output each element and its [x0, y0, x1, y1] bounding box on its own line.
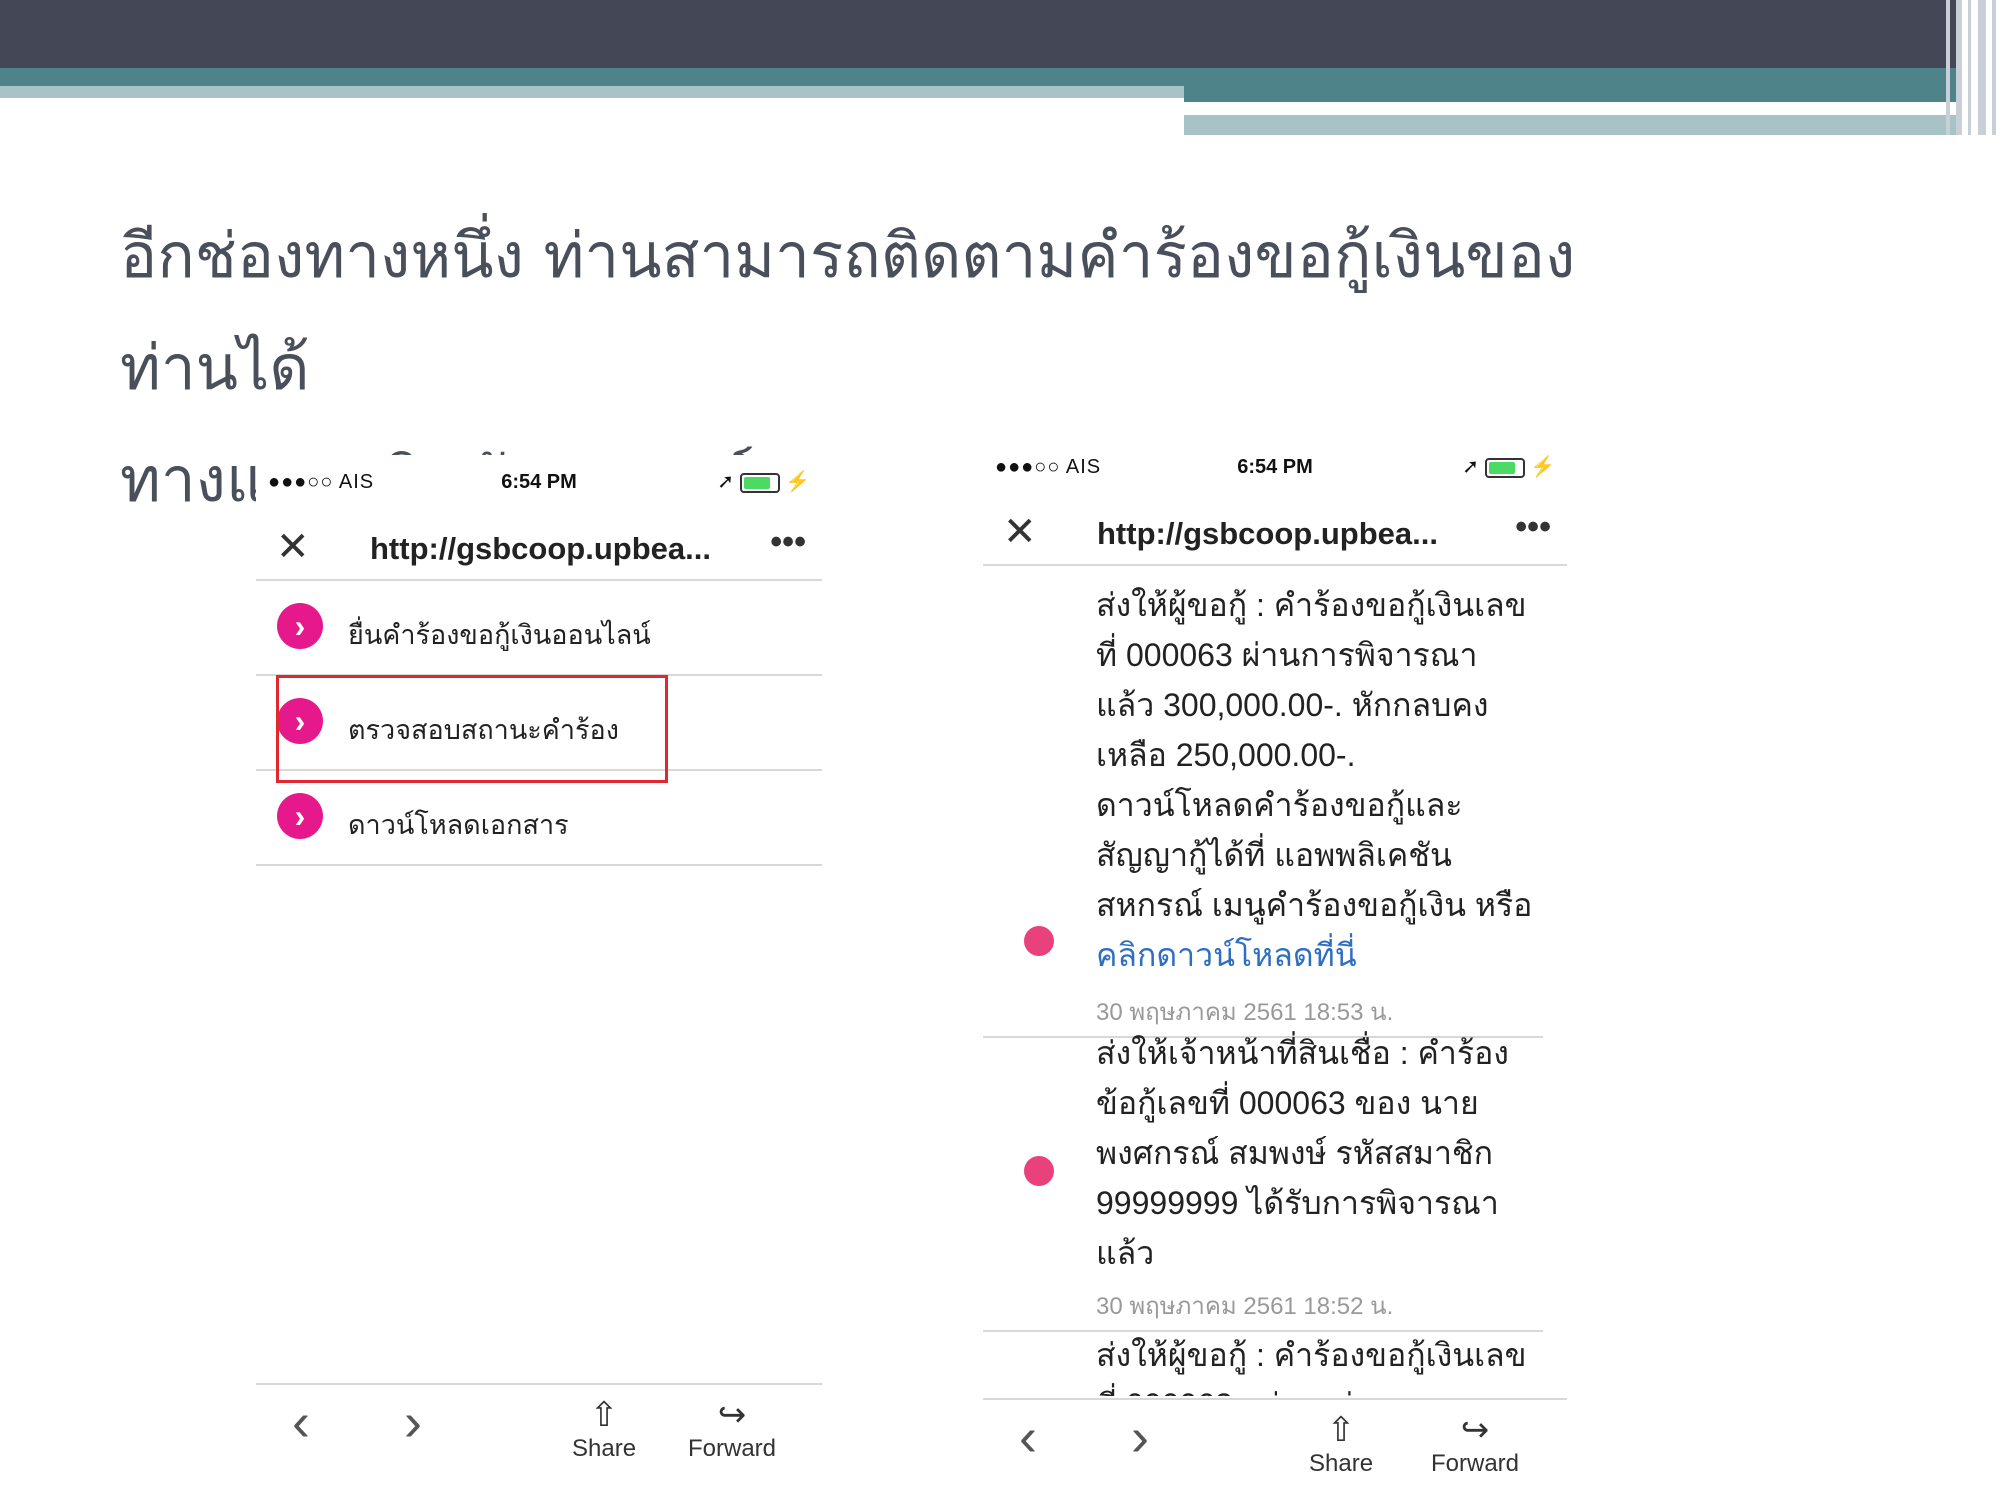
more-options-icon[interactable]: •••	[1515, 508, 1551, 547]
notification-line: แล้ว 300,000.00-. หักกลบคง	[1096, 687, 1489, 723]
notification-date: 30 พฤษภาคม 2561 18:52 น.	[1096, 1293, 1394, 1320]
header-band-teal-right	[1184, 68, 1960, 102]
edge-stripes	[1940, 0, 2000, 135]
location-icon: ➚	[717, 471, 734, 493]
highlight-annotation-box	[276, 675, 668, 783]
notification-line: 99999999 ได้รับการพิจารณา	[1096, 1185, 1499, 1221]
status-bar: ●●●○○ AIS 6:54 PM ➚ ⚡	[256, 455, 822, 511]
notification-line: เหลือ 250,000.00-.	[1096, 737, 1356, 773]
right-phone-screen: ●●●○○ AIS 6:54 PM ➚ ⚡ ✕ http://gsbcoop.u…	[983, 440, 1567, 1490]
notification-line: ดาวน์โหลดคำร้องขอกู้และ	[1096, 787, 1463, 823]
forward-label: Forward	[688, 1435, 777, 1462]
battery-icon	[739, 472, 780, 493]
browser-navbar: ✕ http://gsbcoop.upbea... •••	[983, 502, 1567, 566]
notification-line: ที่ 000063 ผ่านการพิจารณา	[1096, 637, 1478, 673]
status-bar: ●●●○○ AIS 6:54 PM ➚ ⚡	[983, 440, 1567, 496]
share-button[interactable]: ⇧ Share	[1309, 1410, 1373, 1478]
menu-item-label: ยื่นคำร้องขอกู้เงินออนไลน์	[348, 620, 651, 650]
menu-item-download-docs[interactable]: › ดาวน์โหลดเอกสาร	[256, 771, 822, 866]
close-icon[interactable]: ✕	[1003, 512, 1037, 552]
status-right: ➚ ⚡	[1462, 454, 1555, 479]
location-icon: ➚	[1462, 456, 1479, 478]
back-arrow-icon[interactable]: ‹	[1019, 1410, 1037, 1464]
status-dot	[1024, 1156, 1054, 1186]
forward-share-icon: ↪	[717, 1396, 747, 1434]
share-icon: ⇧	[1326, 1411, 1356, 1449]
header-band-white-line	[1184, 106, 1854, 112]
header-band-teal	[0, 68, 1184, 86]
share-icon: ⇧	[589, 1396, 619, 1434]
download-link[interactable]: คลิกดาวน์โหลดที่นี่	[1096, 930, 1546, 980]
bottom-toolbar: ‹ › ⇧ Share ↪ Forward	[983, 1398, 1567, 1490]
header-band-light-right	[1184, 115, 1960, 135]
status-dot	[1024, 926, 1054, 956]
notification-line: สัญญากู้ได้ที่ แอพพลิเคชัน	[1096, 837, 1452, 873]
share-label: Share	[572, 1435, 637, 1462]
notification-line: แล้ว	[1096, 1235, 1155, 1271]
notification-line: ส่งให้เจ้าหน้าที่สินเชื่อ : คำร้อง	[1096, 1035, 1509, 1071]
forward-button[interactable]: ↪ Forward	[1431, 1410, 1519, 1478]
notification-line: พงศกรณ์ สมพงษ์ รหัสสมาชิก	[1096, 1135, 1493, 1171]
browser-navbar: ✕ http://gsbcoop.upbea... •••	[256, 517, 822, 581]
slide-title-line1: อีกช่องทางหนึ่ง ท่านสามารถติดตามคำร้องขอ…	[120, 219, 1576, 404]
url-label: http://gsbcoop.upbea...	[370, 531, 711, 566]
chevron-right-icon: ›	[277, 793, 323, 839]
close-icon[interactable]: ✕	[276, 527, 310, 567]
forward-arrow-icon[interactable]: ›	[404, 1395, 422, 1449]
bottom-toolbar: ‹ › ⇧ Share ↪ Forward	[256, 1383, 822, 1475]
left-phone-screen: ●●●○○ AIS 6:54 PM ➚ ⚡ ✕ http://gsbcoop.u…	[256, 455, 822, 1485]
forward-share-icon: ↪	[1460, 1411, 1490, 1449]
share-label: Share	[1309, 1450, 1374, 1477]
menu-item-label: ดาวน์โหลดเอกสาร	[348, 810, 569, 840]
notification-text: ส่งให้ผู้ขอกู้ : คำร้องขอกู้เงินเลข ที่ …	[1096, 580, 1546, 980]
notification-text: ส่งให้เจ้าหน้าที่สินเชื่อ : คำร้อง ข้อกู…	[1096, 1028, 1546, 1278]
notification-line: ที่ 000063 อยู่ระหว่างการ	[1096, 1380, 1546, 1396]
forward-label: Forward	[1431, 1450, 1520, 1477]
more-options-icon[interactable]: •••	[770, 523, 806, 562]
notification-text: ส่งให้ผู้ขอกู้ : คำร้องขอกู้เงินเลข ที่ …	[1096, 1330, 1546, 1396]
battery-icon	[1484, 457, 1525, 478]
chevron-right-icon: ›	[277, 603, 323, 649]
forward-button[interactable]: ↪ Forward	[688, 1395, 776, 1463]
notification-line: ส่งให้ผู้ขอกู้ : คำร้องขอกู้เงินเลข	[1096, 1337, 1527, 1373]
notification-line: สหกรณ์ เมนูคำร้องขอกู้เงิน หรือ	[1096, 887, 1533, 923]
header-band-light	[0, 86, 1184, 98]
share-button[interactable]: ⇧ Share	[572, 1395, 636, 1463]
status-right: ➚ ⚡	[717, 469, 810, 494]
notification-date: 30 พฤษภาคม 2561 18:53 น.	[1096, 999, 1394, 1026]
back-arrow-icon[interactable]: ‹	[292, 1395, 310, 1449]
url-label: http://gsbcoop.upbea...	[1097, 516, 1438, 551]
charging-icon: ⚡	[785, 471, 810, 493]
header-band-dark	[0, 0, 1960, 68]
notification-item: ส่งให้ผู้ขอกู้ : คำร้องขอกู้เงินเลข ที่ …	[983, 1330, 1567, 1396]
charging-icon: ⚡	[1530, 456, 1555, 478]
notification-line: ส่งให้ผู้ขอกู้ : คำร้องขอกู้เงินเลข	[1096, 587, 1527, 623]
notification-line: ข้อกู้เลขที่ 000063 ของ นาย	[1096, 1085, 1479, 1121]
forward-arrow-icon[interactable]: ›	[1131, 1410, 1149, 1464]
menu-item-submit-loan[interactable]: › ยื่นคำร้องขอกู้เงินออนไลน์	[256, 581, 822, 676]
